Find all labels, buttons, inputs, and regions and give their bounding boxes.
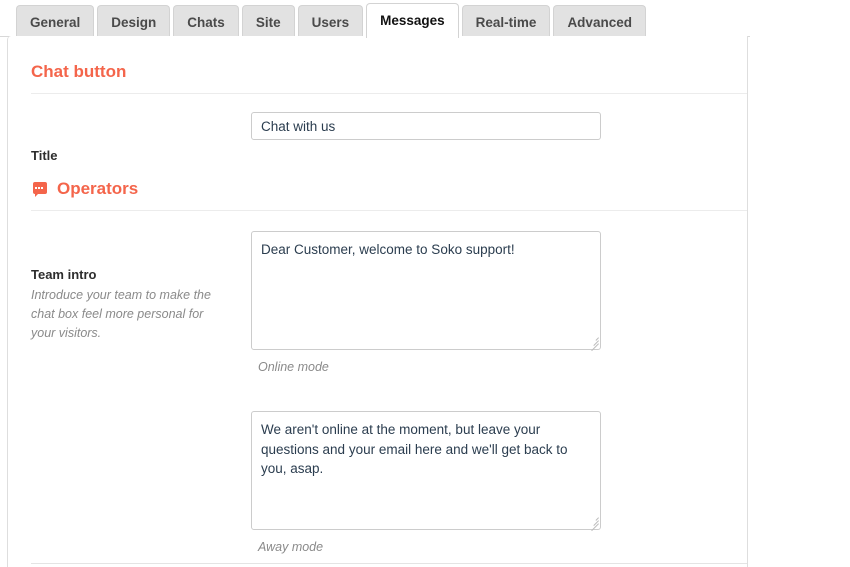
online-mode-caption: Online mode: [258, 360, 329, 374]
section-heading-operators: Operators: [57, 179, 139, 198]
tab-messages[interactable]: Messages: [366, 3, 459, 38]
online-mode-textarea[interactable]: [251, 231, 601, 350]
tab-list: General Design Chats Site Users Messages…: [16, 3, 646, 38]
tab-design[interactable]: Design: [97, 5, 171, 38]
settings-tabbar: General Design Chats Site Users Messages…: [0, 0, 750, 38]
online-mode-field: [251, 231, 601, 352]
team-intro-label: Team intro: [31, 267, 97, 282]
away-mode-textarea[interactable]: [251, 411, 601, 530]
title-input[interactable]: [251, 112, 601, 140]
team-intro-help-text: Introduce your team to make the chat box…: [31, 288, 211, 340]
away-mode-field: [251, 411, 601, 532]
tab-site[interactable]: Site: [241, 5, 295, 38]
section-divider-operators: [31, 210, 747, 211]
settings-panel: Chat button Title Operators Team intro I…: [7, 36, 748, 567]
tab-real-time[interactable]: Real-time: [461, 5, 551, 38]
tab-chats[interactable]: Chats: [173, 5, 239, 38]
section-divider-bottom: [31, 563, 747, 564]
tab-advanced[interactable]: Advanced: [553, 5, 646, 38]
tab-users[interactable]: Users: [297, 5, 364, 38]
chat-bubble-icon: [33, 182, 47, 197]
title-field-label: Title: [31, 148, 58, 163]
away-mode-caption: Away mode: [258, 540, 324, 554]
tab-general[interactable]: General: [16, 5, 95, 38]
chat-bubble-dots: [35, 187, 43, 189]
section-divider-chat-button: [31, 93, 747, 94]
section-heading-chat-button: Chat button: [31, 62, 127, 81]
settings-page: General Design Chats Site Users Messages…: [0, 0, 850, 567]
